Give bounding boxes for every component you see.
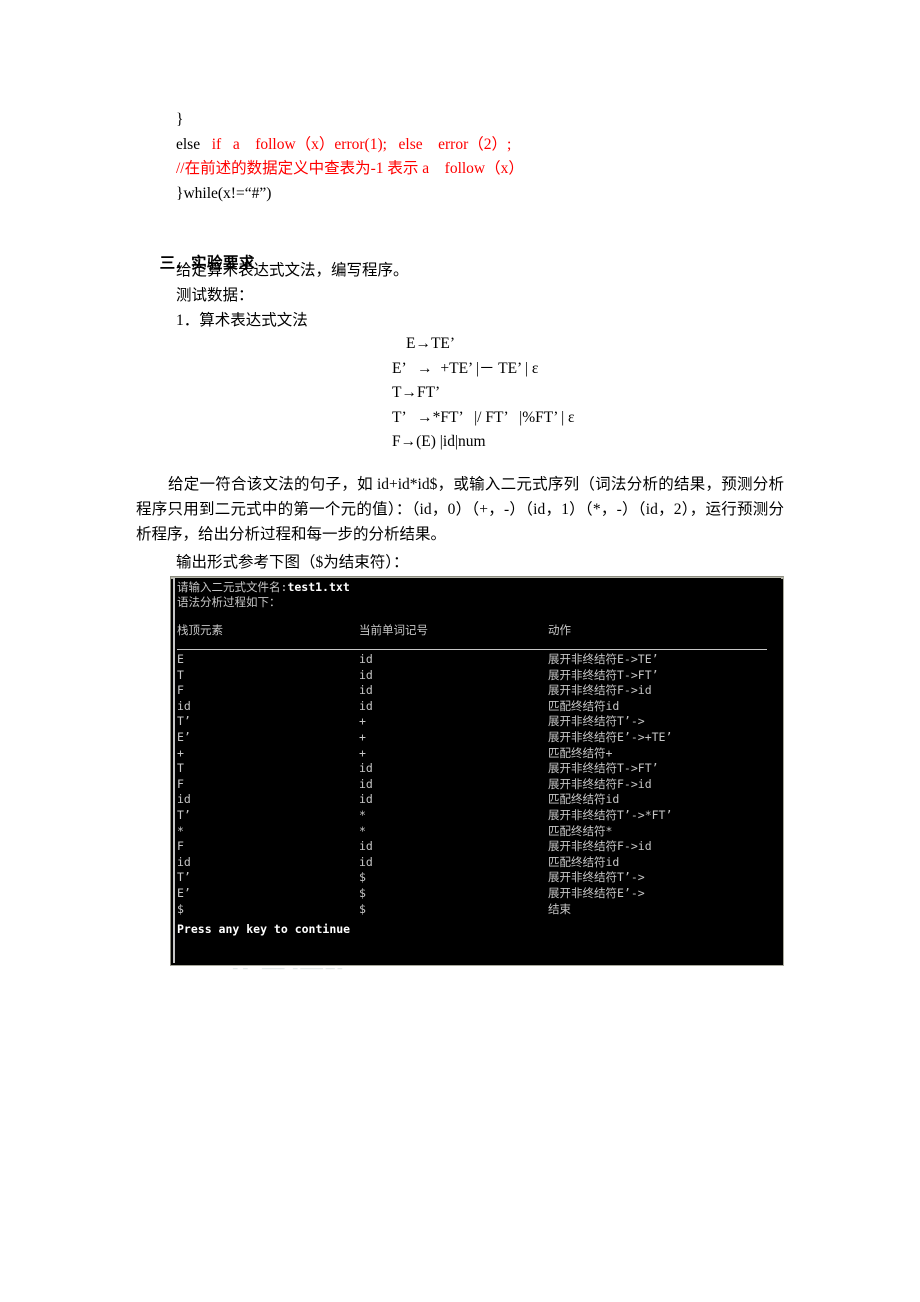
cell-current-token: + xyxy=(359,729,366,744)
code-line: }while(x!=“#”) xyxy=(176,182,524,207)
paragraph-description: 给定一符合该文法的句子，如 id+id*id$，或输入二元式序列（词法分析的结果… xyxy=(136,476,784,543)
cell-current-token: * xyxy=(359,807,366,822)
cell-current-token: + xyxy=(359,745,366,760)
terminal-table-header: 栈顶元素 当前单词记号 动作 xyxy=(173,623,781,639)
cell-action: 匹配终结符+ xyxy=(548,745,613,760)
cell-stack-top: id xyxy=(177,698,191,713)
terminal-subtitle: 语法分析过程如下： xyxy=(177,595,281,609)
terminal-footer-message: Press any key to continue xyxy=(177,922,351,936)
cell-stack-top: F xyxy=(177,839,184,854)
grammar-production: E’ → +TE’ |－ TE’ | ε xyxy=(392,359,539,377)
cell-action: 匹配终结符id xyxy=(548,854,620,869)
cell-current-token: + xyxy=(359,714,366,729)
section-line-0: 给定算术表达式文法，编写程序。 xyxy=(176,262,409,279)
cell-current-token: $ xyxy=(359,901,366,916)
cell-stack-top: T’ xyxy=(177,807,191,822)
cell-stack-top: F xyxy=(177,776,184,791)
cell-current-token: * xyxy=(359,823,366,838)
cell-current-token: $ xyxy=(359,885,366,900)
cell-stack-top: E’ xyxy=(177,729,191,744)
cell-action: 展开非终结符F->id xyxy=(548,776,652,791)
cell-stack-top: T’ xyxy=(177,870,191,885)
cell-action: 展开非终结符T’->*FT’ xyxy=(548,807,673,822)
code-line: else if a follow（x）error(1); else error（… xyxy=(176,133,524,158)
terminal-screen: 请输入二元式文件名:test1.txt 语法分析过程如下： 栈顶元素 当前单词记… xyxy=(173,578,781,963)
grammar-production: T→FT’ xyxy=(392,384,441,401)
cell-stack-top: E’ xyxy=(177,885,191,900)
cell-current-token: id xyxy=(359,652,373,666)
code-line: } xyxy=(176,108,524,133)
clipped-text-artifact: _ _ _____ _ _____ __ _ xyxy=(170,966,784,970)
cell-stack-top: T xyxy=(177,761,184,776)
terminal-prompt-value: test1.txt xyxy=(287,580,350,594)
cell-current-token: id xyxy=(359,667,373,682)
cell-action: 展开非终结符T->FT’ xyxy=(548,667,659,682)
cell-stack-top: T’ xyxy=(177,714,191,729)
cell-action: 展开非终结符F->id xyxy=(548,683,652,698)
cell-action: 匹配终结符id xyxy=(548,698,620,713)
code-block: } else if a follow（x）error(1); else error… xyxy=(176,108,524,206)
grammar-production: F→(E) |id|num xyxy=(392,433,486,450)
cell-stack-top: F xyxy=(177,683,184,698)
cell-action: 展开非终结符E’-> xyxy=(548,885,645,900)
cell-action: 展开非终结符T->FT’ xyxy=(548,761,659,776)
code-line: //在前述的数据定义中查表为-1 表示 a follow（x） xyxy=(176,157,524,182)
cell-stack-top: id xyxy=(177,792,191,807)
cell-action: 展开非终结符E->TE’ xyxy=(548,652,659,666)
cell-current-token: id xyxy=(359,776,373,791)
cell-stack-top: * xyxy=(177,823,184,838)
page-bottom-artifact: _ _ _____ _ _____ __ _ xyxy=(170,966,784,970)
cell-stack-top: $ xyxy=(177,901,184,916)
column-header-action: 动作 xyxy=(548,623,571,637)
cell-action: 展开非终结符F->id xyxy=(548,839,652,854)
terminal-prompt-label: 请输入二元式文件名: xyxy=(177,580,288,594)
terminal-prompt-line: 请输入二元式文件名:test1.txt xyxy=(177,580,350,596)
code-segment: }while(x!=“#”) xyxy=(176,184,272,202)
section-line-2: 1．算术表达式文法 xyxy=(176,312,308,329)
column-header-stack-top: 栈顶元素 xyxy=(177,623,223,637)
cell-action: 匹配终结符* xyxy=(548,823,613,838)
terminal-header-rule xyxy=(177,649,767,650)
grammar-productions: E→TE’ E’ → +TE’ |－ TE’ | ε T→FT’ T’ →*FT’ |… xyxy=(392,332,575,455)
cell-stack-top: id xyxy=(177,854,191,869)
grammar-production: T’ →*FT’ |/ FT’ |%FT’ | ε xyxy=(392,408,575,426)
cell-action: 展开非终结符T’-> xyxy=(548,714,645,729)
cell-current-token: id xyxy=(359,792,373,807)
cell-current-token: id xyxy=(359,761,373,776)
terminal-screenshot-figure: 请输入二元式文件名:test1.txt 语法分析过程如下： 栈顶元素 当前单词记… xyxy=(170,576,784,966)
column-header-current-token: 当前单词记号 xyxy=(359,623,428,637)
cell-current-token: id xyxy=(359,854,373,869)
cell-current-token: id xyxy=(359,683,373,698)
cell-current-token: id xyxy=(359,698,373,713)
cell-action: 展开非终结符T’-> xyxy=(548,870,645,885)
grammar-production: E→TE’ xyxy=(406,335,456,352)
code-segment: if a follow（x）error(1); else error（2）; xyxy=(211,135,512,153)
cell-current-token: $ xyxy=(359,870,366,885)
cell-current-token: id xyxy=(359,839,373,854)
cell-stack-top: T xyxy=(177,667,184,682)
section-line-1: 测试数据： xyxy=(176,287,254,304)
cell-action: 结束 xyxy=(548,901,571,916)
document-page: } else if a follow（x）error(1); else error… xyxy=(0,0,920,1302)
code-segment: //在前述的数据定义中查表为-1 表示 a follow（x） xyxy=(176,160,524,177)
cell-action: 匹配终结符id xyxy=(548,792,620,807)
cell-action: 展开非终结符E’->+TE’ xyxy=(548,729,673,744)
paragraph-output-note: 输出形式参考下图（$为结束符）： xyxy=(176,554,409,571)
code-segment: else xyxy=(176,135,212,153)
cell-stack-top: + xyxy=(177,745,184,760)
cell-stack-top: E xyxy=(177,652,184,666)
code-segment: } xyxy=(176,111,184,128)
